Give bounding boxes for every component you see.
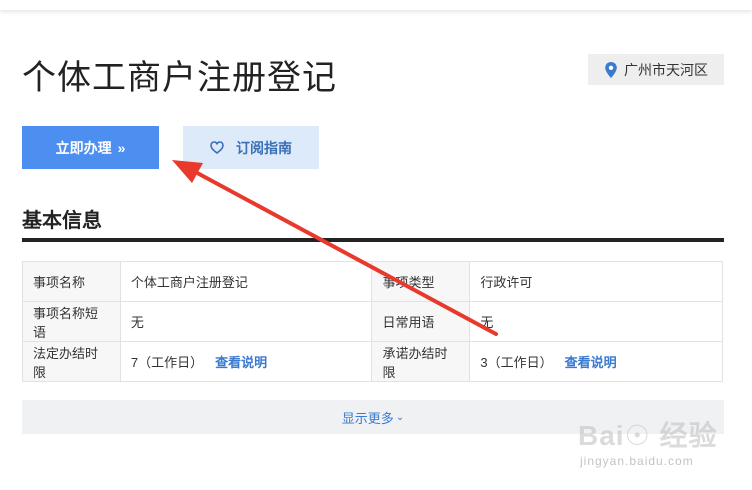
common-term-key: 日常用语 xyxy=(371,301,471,342)
table-row: 事项名称短语 无 日常用语 无 xyxy=(22,301,723,342)
promised-deadline-cell: 3（工作日） 查看说明 xyxy=(469,341,723,382)
location-badge[interactable]: 广州市天河区 xyxy=(588,54,724,85)
legal-deadline-details-link[interactable]: 查看说明 xyxy=(215,355,267,370)
basic-info-heading: 基本信息 xyxy=(22,210,102,232)
common-term-value: 无 xyxy=(469,301,723,342)
watermark-url: jingyan.baidu.com xyxy=(580,454,694,468)
subscribe-guide-label: 订阅指南 xyxy=(236,139,292,156)
double-chevron-right-icon: » xyxy=(117,139,126,156)
basic-info-table: 事项名称 个体工商户注册登记 事项类型 行政许可 事项名称短语 无 日常用语 无… xyxy=(22,261,723,382)
watermark-brand: Bai☉ 经验 xyxy=(578,420,718,451)
location-pin-icon xyxy=(605,61,617,78)
top-header-bar xyxy=(0,0,752,10)
item-type-value: 行政许可 xyxy=(469,261,723,302)
legal-deadline-cell: 7（工作日） 查看说明 xyxy=(119,341,373,382)
promised-deadline-value: 3（工作日） xyxy=(480,355,553,370)
apply-now-button[interactable]: 立即办理 » xyxy=(22,126,159,169)
legal-deadline-key: 法定办结时限 xyxy=(22,341,121,382)
legal-deadline-value: 7（工作日） xyxy=(130,355,204,370)
table-row: 法定办结时限 7（工作日） 查看说明 承诺办结时限 3（工作日） 查看说明 xyxy=(22,341,723,382)
page-title: 个体工商户注册登记 xyxy=(22,59,337,97)
location-label: 广州市天河区 xyxy=(624,61,708,78)
item-name-key: 事项名称 xyxy=(22,261,121,302)
short-name-key: 事项名称短语 xyxy=(22,301,121,342)
short-name-value: 无 xyxy=(119,301,373,342)
promised-deadline-details-link[interactable]: 查看说明 xyxy=(565,355,617,370)
item-type-key: 事项类型 xyxy=(371,261,471,302)
show-more-label: 显示更多 xyxy=(341,410,394,426)
item-name-value: 个体工商户注册登记 xyxy=(119,261,373,302)
table-row: 事项名称 个体工商户注册登记 事项类型 行政许可 xyxy=(22,261,723,302)
promised-deadline-key: 承诺办结时限 xyxy=(371,341,471,382)
chevron-down-icon: ⌄ xyxy=(395,411,405,423)
baidu-jingyan-watermark: Bai☉ 经验 jingyan.baidu.com xyxy=(578,414,738,478)
heart-icon xyxy=(210,141,224,154)
apply-now-label: 立即办理 xyxy=(55,139,112,156)
section-divider xyxy=(22,238,724,242)
subscribe-guide-button[interactable]: 订阅指南 xyxy=(183,126,319,169)
